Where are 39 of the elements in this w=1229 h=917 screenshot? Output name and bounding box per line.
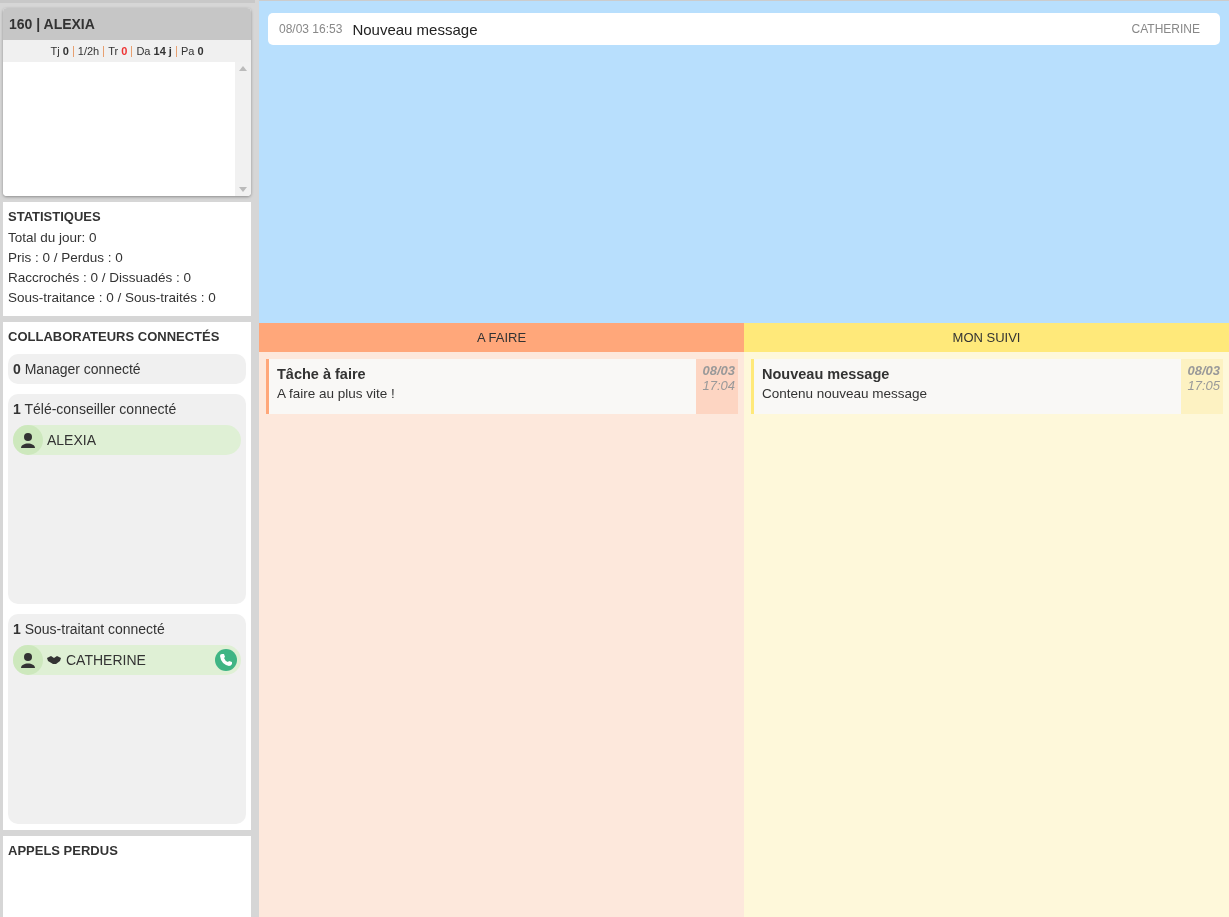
card-text: A faire au plus vite !	[277, 386, 396, 401]
panel-title: COLLABORATEURS CONNECTÉS	[8, 329, 221, 344]
collaborator-name: CATHERINE	[66, 652, 146, 668]
task-card[interactable]: Nouveau message Contenu nouveau message 08/03 17:05	[751, 359, 1223, 414]
counter: 1/2h	[77, 45, 100, 57]
scrollbar[interactable]	[235, 62, 251, 196]
card-title: Nouveau message	[762, 366, 891, 382]
column-header: A FAIRE	[259, 323, 744, 352]
message-datetime: 08/03 16:53	[279, 22, 343, 36]
task-card[interactable]: Tâche à faire A faire au plus vite ! 08/03 17:04	[266, 359, 738, 414]
collaborator-chip[interactable]: CATHERINE	[13, 645, 241, 675]
group-label: 1 Télé-conseiller connecté	[13, 401, 178, 417]
counter: Pa 0	[180, 45, 204, 57]
card-timestamp: 08/03 17:05	[1181, 359, 1223, 414]
counter: Tr 0	[108, 45, 128, 57]
card-text: Contenu nouveau message	[762, 386, 929, 401]
counter: Tj 0	[50, 45, 69, 57]
message-author: CATHERINE	[1131, 22, 1200, 36]
person-icon	[20, 652, 36, 668]
panel-title: STATISTIQUES	[8, 209, 102, 224]
profile-title: 160 | ALEXIA	[3, 8, 251, 40]
card-title: Tâche à faire	[277, 366, 367, 382]
counter: Da 14 j	[136, 45, 172, 57]
message-text: Nouveau message	[352, 20, 479, 38]
card-timestamp: 08/03 17:04	[696, 359, 738, 414]
statistic-line: Pris : 0 / Perdus : 0	[8, 250, 124, 265]
group-label: 1 Sous-traitant connecté	[13, 621, 166, 637]
notes-area[interactable]	[3, 62, 235, 196]
message-item[interactable]: 08/03 16:53 Nouveau message CATHERINE	[268, 13, 1220, 45]
collaborator-chip[interactable]: ALEXIA	[13, 425, 241, 455]
statistic-line: Raccrochés : 0 / Dissuadés : 0	[8, 270, 193, 285]
group-label: 0 Manager connecté	[13, 361, 142, 377]
panel-title: APPELS PERDUS	[8, 843, 119, 858]
column-header: MON SUIVI	[744, 323, 1229, 352]
statistic-line: Sous-traitance : 0 / Sous-traités : 0	[8, 290, 217, 305]
phone-icon[interactable]	[215, 649, 237, 671]
person-icon	[20, 432, 36, 448]
collaborator-name: ALEXIA	[47, 432, 97, 448]
statistic-line: Total du jour: 0	[8, 230, 98, 245]
